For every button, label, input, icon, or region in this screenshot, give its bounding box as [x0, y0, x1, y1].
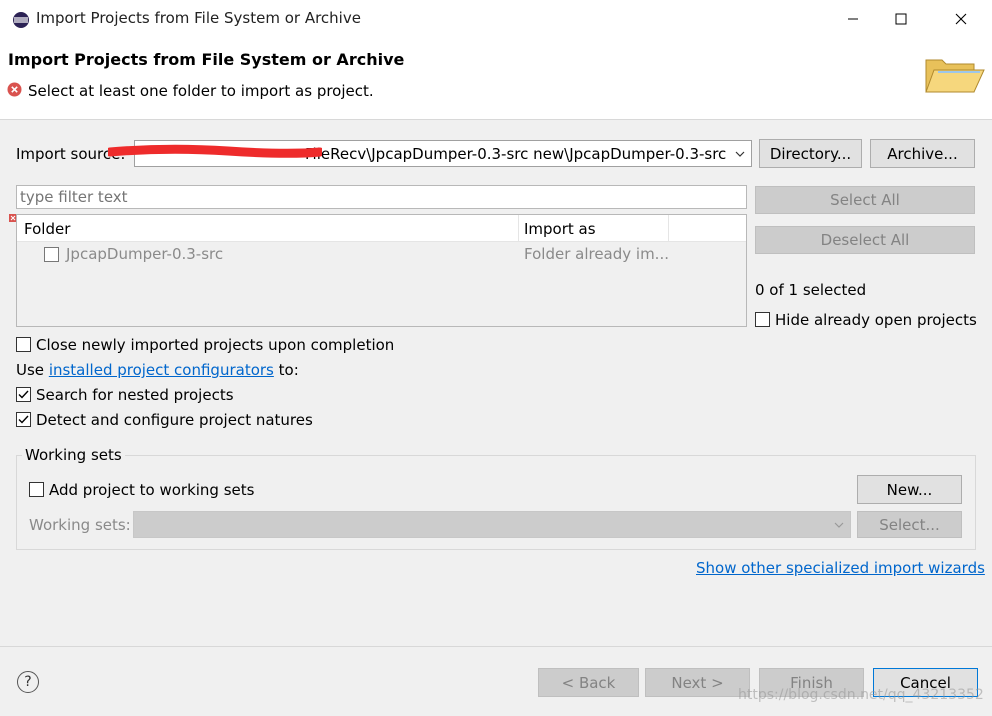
- footer-separator: [0, 646, 992, 647]
- new-working-set-button[interactable]: New...: [857, 475, 962, 504]
- column-header-import-as[interactable]: Import as: [524, 220, 596, 238]
- maximize-button[interactable]: [878, 0, 924, 38]
- checkmark-icon: [18, 415, 29, 424]
- directory-button[interactable]: Directory...: [759, 139, 862, 168]
- column-divider: [518, 215, 519, 242]
- close-imported-label: Close newly imported projects upon compl…: [36, 336, 395, 354]
- row-checkbox[interactable]: [44, 247, 59, 262]
- working-sets-group-label: Working sets: [22, 446, 125, 464]
- column-header-folder[interactable]: Folder: [24, 220, 70, 238]
- banner-message: Select at least one folder to import as …: [28, 82, 374, 100]
- add-to-working-sets-checkbox[interactable]: [29, 482, 44, 497]
- use-prefix: Use: [16, 361, 45, 379]
- maximize-icon: [895, 13, 907, 25]
- window-title: Import Projects from File System or Arch…: [36, 9, 361, 27]
- help-icon[interactable]: ?: [17, 671, 39, 693]
- help-glyph: ?: [24, 674, 32, 690]
- chevron-down-icon: [834, 522, 844, 528]
- import-source-value: FileRecv\JpcapDumper-0.3-src new\JpcapDu…: [305, 144, 727, 163]
- row-folder-name: JpcapDumper-0.3-src: [66, 245, 224, 263]
- back-button[interactable]: < Back: [538, 668, 639, 697]
- close-icon: [955, 13, 967, 25]
- configurators-link[interactable]: installed project configurators: [49, 361, 274, 379]
- banner-title: Import Projects from File System or Arch…: [8, 50, 405, 69]
- watermark-text: https://blog.csdn.net/qq_43213352: [738, 687, 984, 703]
- use-configurators-row: Use installed project configurators to:: [16, 361, 299, 379]
- project-natures-label: Detect and configure project natures: [36, 411, 313, 429]
- close-button[interactable]: [938, 0, 984, 38]
- table-row[interactable]: JpcapDumper-0.3-src Folder already im...: [17, 243, 746, 267]
- column-divider: [668, 215, 669, 242]
- redaction-mark: [108, 144, 322, 158]
- filter-input[interactable]: [16, 185, 747, 209]
- minimize-button[interactable]: [830, 0, 876, 38]
- select-all-button[interactable]: Select All: [755, 186, 975, 214]
- select-working-set-button[interactable]: Select...: [857, 511, 962, 538]
- nested-projects-label: Search for nested projects: [36, 386, 234, 404]
- archive-button[interactable]: Archive...: [870, 139, 975, 168]
- folder-open-icon: [916, 42, 988, 104]
- minimize-icon: [848, 18, 858, 20]
- close-imported-checkbox[interactable]: [16, 337, 31, 352]
- projects-table[interactable]: Folder Import as JpcapDumper-0.3-src Fol…: [16, 214, 747, 327]
- working-sets-label: Working sets:: [29, 516, 131, 534]
- working-sets-combo[interactable]: [133, 511, 851, 538]
- selected-count: 0 of 1 selected: [755, 281, 867, 299]
- error-icon: [7, 82, 22, 97]
- checkmark-icon: [18, 390, 29, 399]
- hide-open-label: Hide already open projects: [775, 311, 977, 329]
- eclipse-icon: [13, 12, 29, 28]
- table-header: Folder Import as: [17, 215, 746, 242]
- use-suffix: to:: [278, 361, 299, 379]
- nested-projects-checkbox[interactable]: [16, 387, 31, 402]
- chevron-down-icon: [735, 151, 745, 157]
- deselect-all-button[interactable]: Deselect All: [755, 226, 975, 254]
- project-natures-checkbox[interactable]: [16, 412, 31, 427]
- next-button[interactable]: Next >: [645, 668, 750, 697]
- add-to-working-sets-label: Add project to working sets: [49, 481, 255, 499]
- row-import-as: Folder already im...: [524, 245, 669, 263]
- hide-open-checkbox[interactable]: [755, 312, 770, 327]
- other-import-wizards-link[interactable]: Show other specialized import wizards: [696, 559, 985, 577]
